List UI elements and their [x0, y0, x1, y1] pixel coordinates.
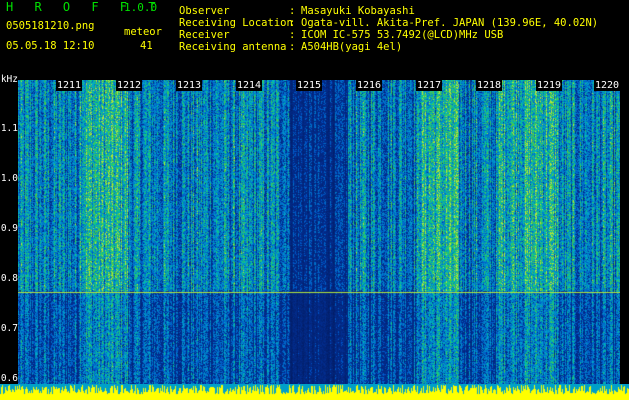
info-value-receiver: ICOM IC-575 53.7492(@LCD)MHz USB	[301, 29, 504, 41]
right-margin	[620, 78, 629, 400]
time-tick-label: 1216	[356, 80, 383, 91]
info-value-location: Ogata-vill. Akita-Pref. JAPAN (139.96E, …	[301, 17, 599, 29]
spectrogram	[18, 80, 620, 384]
spectrogram-canvas	[18, 80, 620, 384]
file-datetime: 05.05.18 12:10	[6, 40, 95, 52]
info-sep: :	[289, 5, 296, 17]
time-tick-label: 1212	[116, 80, 143, 91]
y-tick-label: 0.6	[0, 373, 18, 384]
time-tick-label: 1215	[296, 80, 323, 91]
y-tick-label: 1.1	[0, 123, 18, 134]
y-tick-label: 0.8	[0, 273, 18, 284]
info-key-receiver: Receiver	[179, 29, 230, 41]
time-tick-label: 1220	[594, 80, 621, 91]
info-key-observer: Observer	[179, 5, 230, 17]
meteor-count: 41	[140, 40, 153, 52]
info-key-antenna: Receiving antenna	[179, 41, 287, 53]
axis-unit-label: kHz	[0, 74, 18, 85]
time-tick-label: 1219	[536, 80, 563, 91]
y-tick-label: 1.0	[0, 173, 18, 184]
info-sep: :	[289, 41, 296, 53]
time-tick-label: 1214	[236, 80, 263, 91]
time-tick-label: 1213	[176, 80, 203, 91]
signal-level-strip	[0, 384, 629, 400]
info-value-antenna: A504HB(yagi 4el)	[301, 41, 403, 53]
meteor-label: meteor	[124, 26, 162, 38]
app-version: 1.0.0	[124, 1, 158, 14]
info-sep: :	[289, 29, 296, 41]
info-sep: :	[289, 17, 296, 29]
info-key-location: Receiving Location	[179, 17, 293, 29]
time-tick-label: 1211	[56, 80, 83, 91]
info-value-observer: Masayuki Kobayashi	[301, 5, 415, 17]
frequency-axis: kHz 1.1 1.0 0.9 0.8 0.7 0.6	[0, 74, 18, 400]
y-tick-label: 0.9	[0, 223, 18, 234]
header-panel: H R O F F T 1.0.0 0505181210.png 05.05.1…	[0, 0, 629, 78]
time-tick-label: 1218	[476, 80, 503, 91]
time-tick-label: 1217	[416, 80, 443, 91]
y-tick-label: 0.7	[0, 323, 18, 334]
file-name: 0505181210.png	[6, 20, 95, 32]
